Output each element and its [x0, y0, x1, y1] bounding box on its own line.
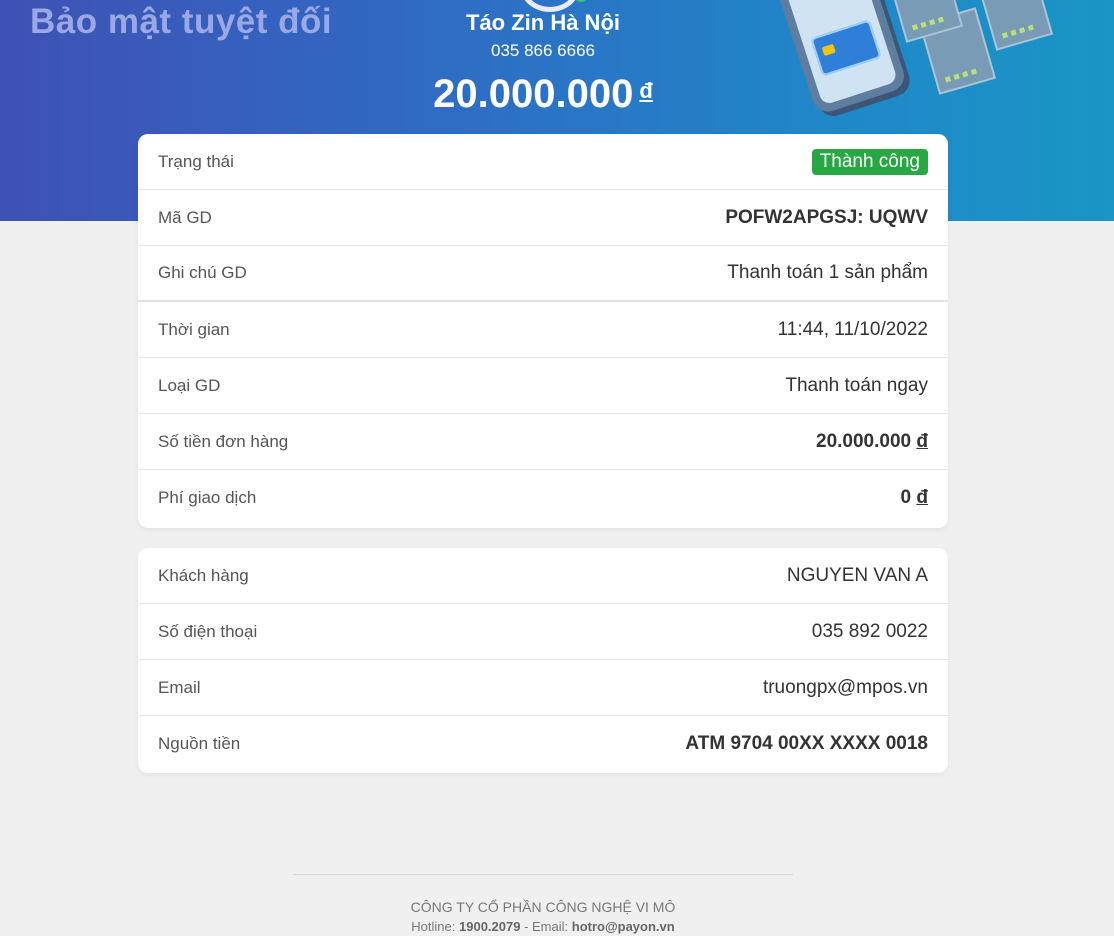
row-funding-source: Nguồn tiền ATM 9704 00XX XXXX 0018: [138, 716, 948, 772]
row-time: Thời gian 11:44, 11/10/2022: [138, 302, 948, 358]
footer-company: CÔNG TY CỔ PHẦN CÔNG NGHỆ VI MÔ: [410, 899, 676, 915]
note-value: Thanh toán 1 sản phẩm: [727, 262, 928, 283]
hotline-label: Hotline:: [411, 919, 456, 934]
transaction-id-label: Mã GD: [158, 207, 212, 227]
row-status: Trạng thái Thành công: [138, 134, 948, 190]
row-transaction-id: Mã GD POFW2APGSJ: UQWV: [138, 190, 948, 246]
funding-source-label: Nguồn tiền: [158, 734, 241, 753]
row-customer: Khách hàng NGUYEN VAN A: [138, 548, 948, 604]
type-label: Loại GD: [158, 375, 221, 395]
funding-source-value: ATM 9704 00XX XXXX 0018: [685, 733, 928, 754]
merchant-phone: 035 866 6666: [491, 41, 595, 60]
note-label: Ghi chú GD: [158, 263, 247, 282]
status-badge: Thành công: [811, 148, 928, 175]
hotline-link[interactable]: 1900.2079: [459, 919, 520, 934]
transaction-details-panel: Trạng thái Thành công Mã GD POFW2APGSJ: …: [138, 134, 948, 528]
footer-divider: [293, 874, 793, 875]
email-separator: - Email:: [520, 919, 572, 934]
customer-details-panel: Khách hàng NGUYEN VAN A Số điện thoại 03…: [138, 548, 948, 773]
row-type: Loại GD Thanh toán ngay: [138, 358, 948, 414]
row-email: Email truongpx@mpos.vn: [138, 660, 948, 716]
online-dot-icon: [575, 0, 587, 2]
support-email-link[interactable]: hotro@payon.vn: [572, 919, 675, 934]
time-value: 11:44, 11/10/2022: [777, 318, 928, 340]
time-label: Thời gian: [158, 319, 230, 339]
status-label: Trạng thái: [158, 151, 234, 171]
amount-currency: đ: [639, 78, 653, 103]
footer-contact: Hotline: 1900.2079 - Email: hotro@payon.…: [0, 919, 1086, 934]
phone-label: Số điện thoại: [158, 621, 258, 641]
email-label: Email: [158, 677, 201, 697]
order-amount-currency: đ: [916, 430, 928, 452]
transaction-id-value: POFW2APGSJ: UQWV: [725, 206, 928, 228]
customer-label: Khách hàng: [158, 565, 249, 585]
row-order-amount: Số tiền đơn hàng 20.000.000 đ: [138, 414, 948, 470]
phone-value: 035 892 0022: [811, 620, 928, 642]
order-amount-number: 20.000.000: [816, 430, 912, 452]
customer-value: NGUYEN VAN A: [786, 564, 928, 586]
row-fee: Phí giao dịch 0 đ: [138, 470, 948, 526]
order-amount-label: Số tiền đơn hàng: [158, 431, 289, 451]
email-value: truongpx@mpos.vn: [762, 676, 928, 698]
type-value: Thanh toán ngay: [785, 374, 928, 396]
fee-number: 0: [900, 487, 912, 508]
fee-value: 0 đ: [901, 487, 928, 509]
order-amount-value: 20.000.000 đ: [816, 431, 928, 453]
fee-label: Phí giao dịch: [158, 488, 257, 507]
payment-amount: 20.000.000 đ: [0, 72, 1086, 117]
fee-currency: đ: [916, 487, 928, 508]
row-note: Ghi chú GD Thanh toán 1 sản phẩm: [138, 246, 948, 302]
row-phone: Số điện thoại 035 892 0022: [138, 604, 948, 660]
amount-value: 20.000.000: [433, 72, 634, 116]
